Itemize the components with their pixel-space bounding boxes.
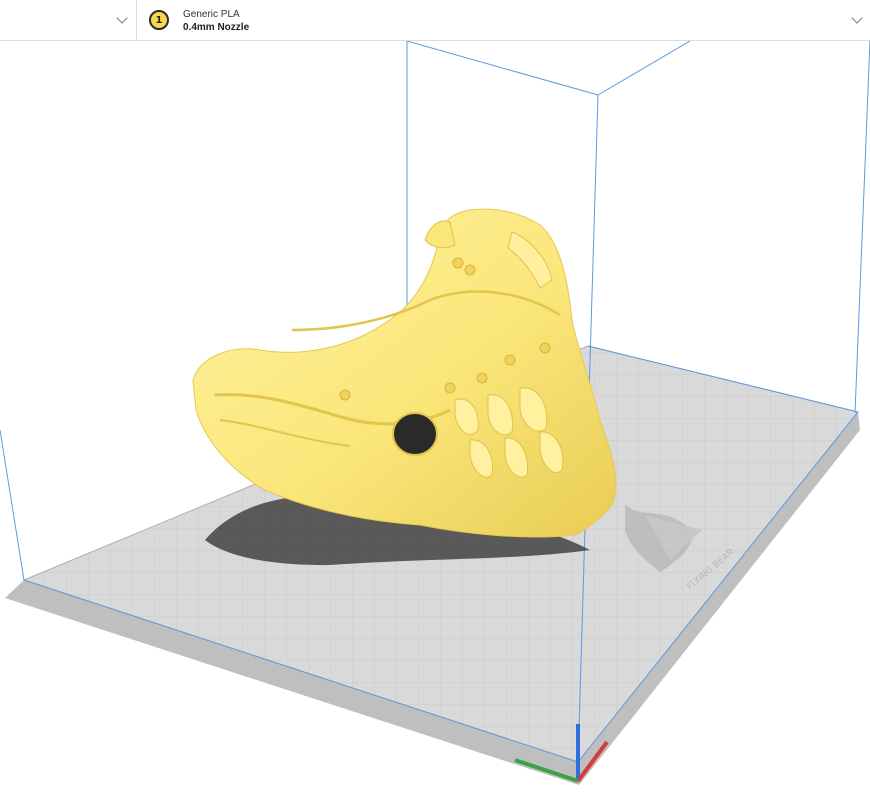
nozzle-size: 0.4mm Nozzle <box>183 22 250 33</box>
chevron-down-icon[interactable] <box>116 12 128 24</box>
top-toolbar: 1 Generic PLA 0.4mm Nozzle <box>0 0 870 41</box>
3d-viewport[interactable]: FLYING BEAR <box>0 40 870 789</box>
scene-canvas[interactable]: FLYING BEAR <box>0 40 870 789</box>
material-name: Generic PLA <box>183 9 240 20</box>
extruder-number-badge: 1 <box>149 10 169 30</box>
chevron-down-icon[interactable] <box>851 12 863 24</box>
extruder-configuration-selector[interactable]: 1 Generic PLA 0.4mm Nozzle <box>137 0 870 40</box>
printer-selector[interactable] <box>0 0 137 40</box>
